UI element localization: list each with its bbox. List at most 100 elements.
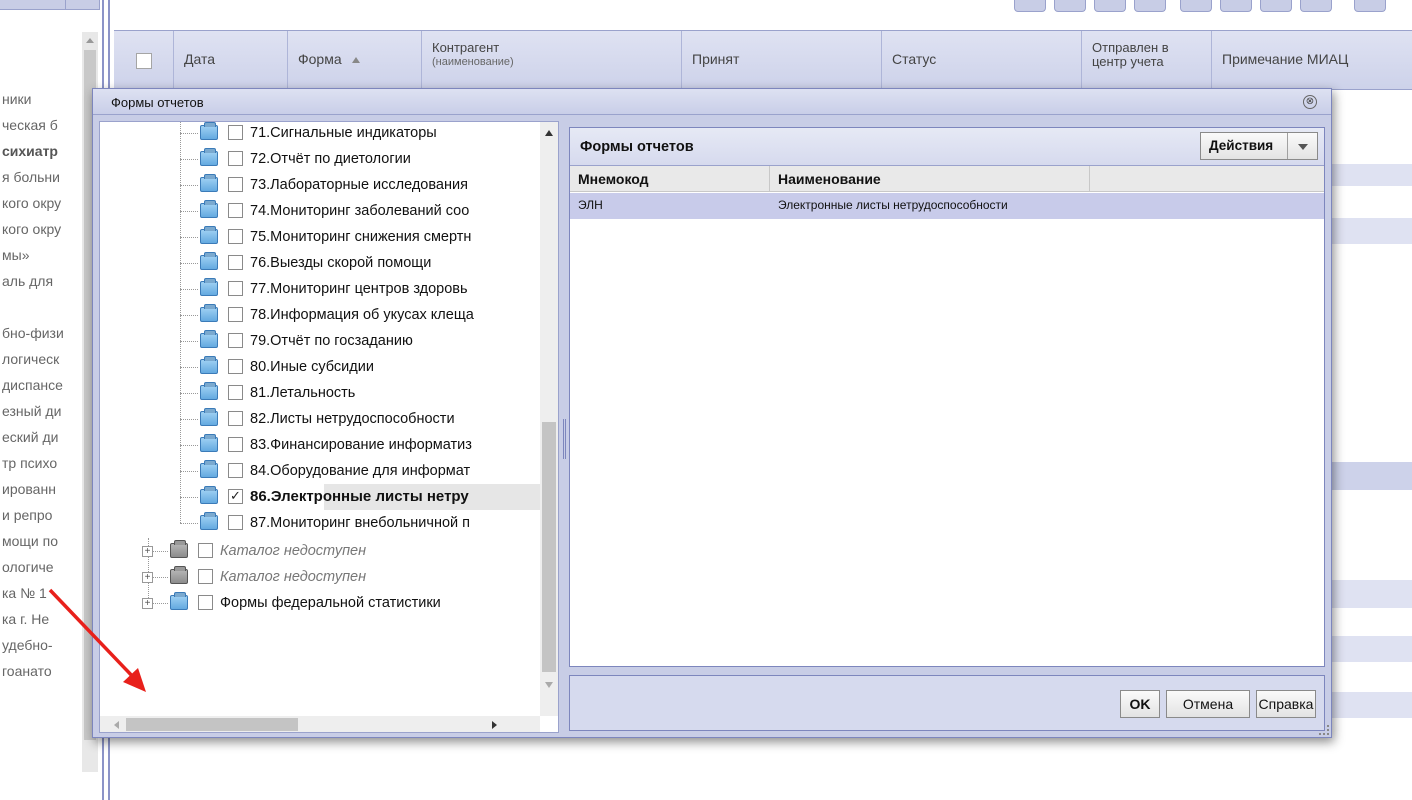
scroll-left-icon[interactable]: [114, 721, 119, 729]
organization-list-item[interactable]: кого окру: [0, 190, 88, 216]
chevron-down-icon[interactable]: [1298, 144, 1308, 150]
toolbar-button[interactable]: [1354, 0, 1386, 12]
tree-item-checkbox[interactable]: [228, 463, 243, 478]
tree-item-checkbox[interactable]: [228, 177, 243, 192]
tree-item-checkbox[interactable]: [228, 229, 243, 244]
column-counterparty[interactable]: Контрагент (наименование): [422, 31, 682, 89]
column-name[interactable]: Наименование: [770, 166, 1090, 192]
toolbar-button[interactable]: [1054, 0, 1086, 12]
organization-list-item[interactable]: тр психо: [0, 450, 88, 476]
table-row[interactable]: ЭЛН Электронные листы нетрудоспособности: [570, 193, 1324, 219]
tree-item-checkbox[interactable]: [228, 411, 243, 426]
column-note[interactable]: Примечание МИАЦ: [1212, 31, 1412, 89]
close-icon[interactable]: ⊗: [1303, 95, 1317, 109]
tree-item-checkbox[interactable]: [198, 595, 213, 610]
tree-item-checkbox[interactable]: [228, 151, 243, 166]
toolbar-button[interactable]: [1220, 0, 1252, 12]
expand-icon[interactable]: +: [142, 598, 153, 609]
organization-list-item[interactable]: ка № 1: [0, 580, 88, 606]
column-mnemocode[interactable]: Мнемокод: [570, 166, 770, 192]
tree-item-checkbox[interactable]: [228, 203, 243, 218]
organization-list-item[interactable]: ческая б: [0, 112, 88, 138]
organization-list-item[interactable]: я больни: [0, 164, 88, 190]
organization-list-item[interactable]: бно-физи: [0, 320, 88, 346]
organization-list-item[interactable]: ированн: [0, 476, 88, 502]
tree-item[interactable]: 76.Выезды скорой помощи: [100, 250, 540, 276]
toolbar-button[interactable]: [1134, 0, 1166, 12]
tree-item[interactable]: 87.Мониторинг внебольничной п: [100, 510, 540, 536]
tree-item[interactable]: 81.Летальность: [100, 380, 540, 406]
organization-list-item[interactable]: ники: [0, 86, 88, 112]
cancel-button[interactable]: Отмена: [1166, 690, 1250, 718]
panel-splitter[interactable]: [561, 121, 567, 733]
organization-list-item[interactable]: езный ди: [0, 398, 88, 424]
column-accepted[interactable]: Принят: [682, 31, 882, 89]
tree-item[interactable]: 86.Электронные листы нетру: [100, 484, 544, 510]
scroll-thumb[interactable]: [126, 718, 298, 731]
dialog-titlebar[interactable]: Формы отчетов ⊗: [93, 89, 1331, 115]
organization-list-item[interactable]: сихиатр: [0, 138, 88, 164]
expand-icon[interactable]: +: [142, 572, 153, 583]
tree-root-item[interactable]: + Каталог недоступен: [100, 564, 540, 590]
organization-list-item[interactable]: и репро: [0, 502, 88, 528]
tree-item-checkbox[interactable]: [228, 307, 243, 322]
scroll-up-icon[interactable]: [545, 130, 553, 136]
organization-list-item[interactable]: аль для: [0, 268, 88, 294]
scroll-down-icon[interactable]: [545, 682, 553, 688]
tree-item[interactable]: 83.Финансирование информатиз: [100, 432, 540, 458]
organization-list-item[interactable]: кого окру: [0, 216, 88, 242]
organization-list-item[interactable]: удебно-: [0, 632, 88, 658]
splitter-grip-icon[interactable]: [563, 419, 566, 459]
column-status[interactable]: Статус: [882, 31, 1082, 89]
tree-item[interactable]: 78.Информация об укусах клеща: [100, 302, 540, 328]
tree-horizontal-scrollbar[interactable]: [100, 716, 540, 732]
expand-icon[interactable]: +: [142, 546, 153, 557]
organization-list-item[interactable]: еский ди: [0, 424, 88, 450]
organization-list-item[interactable]: гоанато: [0, 658, 88, 684]
tree-item-checkbox[interactable]: [198, 569, 213, 584]
column-date[interactable]: Дата: [174, 31, 288, 89]
tree-item[interactable]: 75.Мониторинг снижения смертн: [100, 224, 540, 250]
tree-vertical-scrollbar[interactable]: [540, 122, 558, 716]
toolbar-button[interactable]: [1014, 0, 1046, 12]
toolbar-button[interactable]: [1260, 0, 1292, 12]
tree-item[interactable]: 82.Листы нетрудоспособности: [100, 406, 540, 432]
select-all-checkbox[interactable]: [136, 53, 152, 69]
scroll-right-icon[interactable]: [492, 721, 497, 729]
organization-list-item[interactable]: [0, 294, 88, 320]
tree-item[interactable]: 79.Отчёт по госзаданию: [100, 328, 540, 354]
tree-item-checkbox[interactable]: [228, 255, 243, 270]
toolbar-button[interactable]: [1180, 0, 1212, 12]
organization-list-item[interactable]: мощи по: [0, 528, 88, 554]
column-sent[interactable]: Отправлен в центр учета: [1082, 31, 1212, 89]
tree-item[interactable]: 80.Иные субсидии: [100, 354, 540, 380]
tree-item-checkbox[interactable]: [228, 437, 243, 452]
tree-item[interactable]: 84.Оборудование для информат: [100, 458, 540, 484]
tree-item-checkbox[interactable]: [228, 385, 243, 400]
organization-list-item[interactable]: мы»: [0, 242, 88, 268]
tree-root-item[interactable]: + Формы федеральной статистики: [100, 590, 540, 616]
tree-item-checkbox[interactable]: [228, 333, 243, 348]
tree-item[interactable]: 77.Мониторинг центров здоровь: [100, 276, 540, 302]
organization-list-item[interactable]: диспансе: [0, 372, 88, 398]
tree-item-checkbox[interactable]: [228, 488, 243, 504]
tree-item-checkbox[interactable]: [228, 359, 243, 374]
tree-item[interactable]: 73.Лабораторные исследования: [100, 172, 540, 198]
organization-list-item[interactable]: ка г. Не: [0, 606, 88, 632]
ok-button[interactable]: OK: [1120, 690, 1160, 718]
organization-list-item[interactable]: ологиче: [0, 554, 88, 580]
scroll-thumb[interactable]: [542, 422, 556, 672]
scroll-up-icon[interactable]: [86, 38, 94, 43]
help-button[interactable]: Справка: [1256, 690, 1316, 718]
resize-grip-icon[interactable]: [1319, 725, 1329, 735]
toolbar-button[interactable]: [1094, 0, 1126, 12]
tree-root-item[interactable]: + Каталог недоступен: [100, 538, 540, 564]
toolbar-button[interactable]: [1300, 0, 1332, 12]
actions-button[interactable]: Действия: [1200, 132, 1318, 160]
tree-item[interactable]: 72.Отчёт по диетологии: [100, 146, 540, 172]
organization-list-item[interactable]: логическ: [0, 346, 88, 372]
tree-item-checkbox[interactable]: [228, 515, 243, 530]
tree-item[interactable]: 74.Мониторинг заболеваний соо: [100, 198, 540, 224]
tree-item-checkbox[interactable]: [198, 543, 213, 558]
tree-item-checkbox[interactable]: [228, 281, 243, 296]
